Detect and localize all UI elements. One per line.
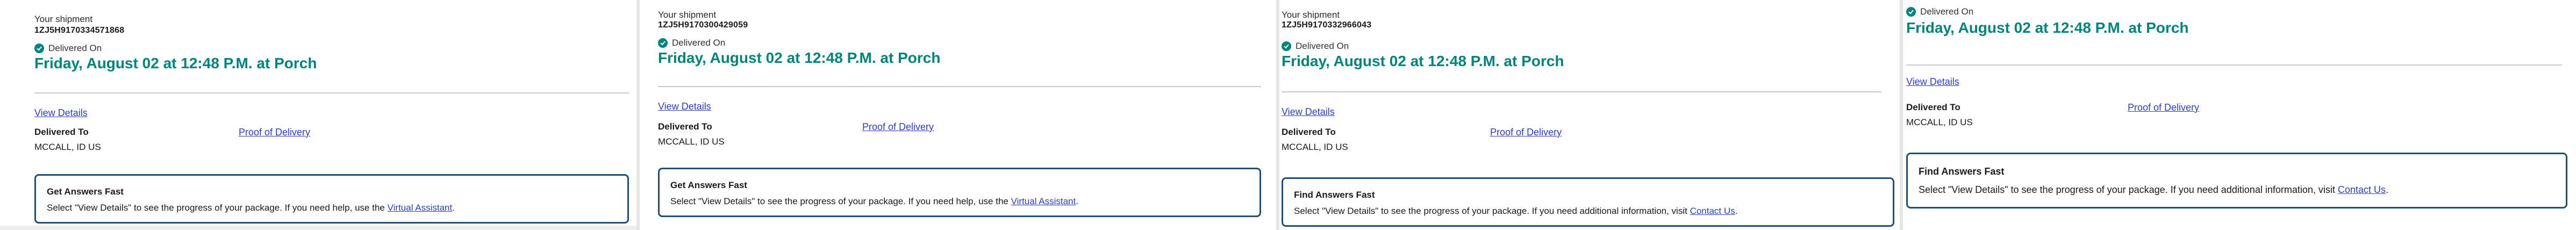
- contact-us-link[interactable]: Contact Us: [2338, 184, 2386, 195]
- divider: [1282, 91, 1881, 92]
- answers-title: Get Answers Fast: [47, 186, 124, 197]
- status-label: Delivered On: [672, 38, 726, 48]
- proof-of-delivery-link[interactable]: Proof of Delivery: [862, 121, 934, 133]
- virtual-assistant-link[interactable]: Virtual Assistant: [1011, 196, 1076, 206]
- proof-of-delivery-link[interactable]: Proof of Delivery: [239, 127, 310, 138]
- delivered-to-label: Delivered To: [658, 121, 712, 132]
- view-details-link[interactable]: View Details: [658, 101, 711, 112]
- answers-title: Find Answers Fast: [1919, 166, 2005, 177]
- check-circle-icon: [34, 44, 44, 53]
- proof-of-delivery-link[interactable]: Proof of Delivery: [1490, 127, 1562, 138]
- divider: [1906, 64, 2562, 66]
- check-circle-icon: [1906, 7, 1916, 17]
- status-label: Delivered On: [48, 43, 102, 53]
- answers-body: Select "View Details" to see the progres…: [1919, 184, 2335, 195]
- your-shipment-label: Your shipment: [34, 14, 93, 24]
- shipment-panel-4: Delivered On Friday, August 02 at 12:48 …: [1903, 0, 2576, 230]
- status-label: Delivered On: [1920, 6, 1974, 17]
- contact-us-link[interactable]: Contact Us: [1690, 206, 1735, 216]
- status-row: Delivered On: [1906, 6, 1973, 17]
- delivered-to-value: MCCALL, ID US: [1282, 142, 1348, 152]
- delivered-to-value: MCCALL, ID US: [658, 136, 725, 147]
- answers-box: Get Answers Fast Select "View Details" t…: [34, 174, 629, 224]
- answers-suffix: .: [2385, 184, 2388, 195]
- delivered-to-label: Delivered To: [1282, 127, 1336, 137]
- answers-text: Select "View Details" to see the progres…: [1919, 184, 2388, 196]
- shipment-panel-3: Your shipment 1ZJ5H9170332966043 Deliver…: [1279, 0, 1903, 230]
- delivery-date: Friday, August 02 at 12:48 P.M. at Porch: [1906, 19, 2189, 36]
- your-shipment-label: Your shipment: [1282, 10, 1340, 20]
- answers-body: Select "View Details" to see the progres…: [47, 203, 385, 213]
- view-details-link[interactable]: View Details: [1282, 106, 1335, 118]
- delivery-date: Friday, August 02 at 12:48 P.M. at Porch: [1282, 53, 1564, 69]
- delivery-date: Friday, August 02 at 12:48 P.M. at Porch: [34, 55, 317, 71]
- delivered-to-value: MCCALL, ID US: [1906, 117, 1973, 127]
- proof-of-delivery-link[interactable]: Proof of Delivery: [2128, 102, 2199, 113]
- status-row: Delivered On: [1282, 41, 1349, 52]
- answers-box: Get Answers Fast Select "View Details" t…: [658, 168, 1261, 217]
- answers-box: Find Answers Fast Select "View Details" …: [1906, 153, 2567, 209]
- answers-box: Find Answers Fast Select "View Details" …: [1282, 177, 1894, 227]
- check-circle-icon: [658, 38, 668, 48]
- status-label: Delivered On: [1296, 41, 1349, 51]
- panel-footer-strip: [0, 226, 636, 230]
- delivered-to-value: MCCALL, ID US: [34, 142, 101, 152]
- view-details-link[interactable]: View Details: [34, 107, 88, 119]
- answers-title: Get Answers Fast: [670, 180, 747, 190]
- answers-body: Select "View Details" to see the progres…: [1294, 206, 1687, 216]
- shipment-panel-2: Your shipment 1ZJ5H9170300429059 Deliver…: [640, 0, 1279, 230]
- answers-text: Select "View Details" to see the progres…: [47, 203, 455, 213]
- answers-suffix: .: [452, 203, 455, 213]
- answers-title: Find Answers Fast: [1294, 190, 1375, 200]
- tracking-number[interactable]: 1ZJ5H9170334571868: [34, 26, 124, 35]
- answers-suffix: .: [1735, 206, 1738, 216]
- answers-text: Select "View Details" to see the progres…: [1294, 206, 1737, 217]
- tracking-number[interactable]: 1ZJ5H9170332966043: [1282, 20, 1371, 30]
- status-row: Delivered On: [34, 43, 102, 54]
- virtual-assistant-link[interactable]: Virtual Assistant: [388, 203, 453, 213]
- your-shipment-label: Your shipment: [658, 10, 717, 20]
- delivery-date: Friday, August 02 at 12:48 P.M. at Porch: [658, 49, 941, 66]
- delivered-to-label: Delivered To: [34, 127, 89, 137]
- tracking-number[interactable]: 1ZJ5H9170300429059: [658, 20, 748, 30]
- status-row: Delivered On: [658, 38, 725, 48]
- answers-suffix: .: [1076, 196, 1078, 206]
- divider: [658, 86, 1261, 87]
- delivered-to-label: Delivered To: [1906, 102, 1960, 112]
- divider: [34, 92, 629, 94]
- answers-body: Select "View Details" to see the progres…: [670, 196, 1008, 206]
- shipment-panel-1: Your shipment 1ZJ5H9170334571868 Deliver…: [0, 0, 640, 230]
- check-circle-icon: [1282, 41, 1291, 51]
- view-details-link[interactable]: View Details: [1906, 76, 1959, 88]
- answers-text: Select "View Details" to see the progres…: [670, 196, 1078, 207]
